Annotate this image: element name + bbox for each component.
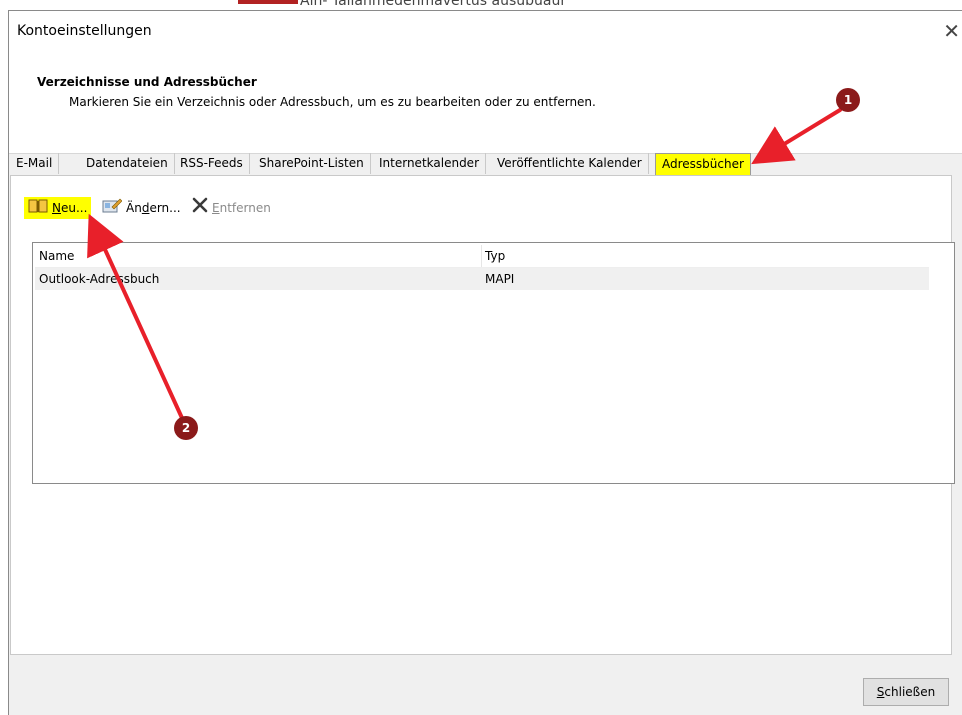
background-text: Ain- Tallanmedenmavertus ausubuaur xyxy=(300,0,567,9)
list-item[interactable]: Outlook-Adressbuch MAPI xyxy=(35,268,929,290)
list-item-type: MAPI xyxy=(485,272,515,286)
annotation-badge-2: 2 xyxy=(174,416,198,440)
tab-rss-feeds[interactable]: RSS-Feeds xyxy=(174,153,250,174)
column-header-name[interactable]: Name xyxy=(39,245,74,267)
list-header: Name Typ xyxy=(35,245,929,268)
section-title: Verzeichnisse und Adressbücher xyxy=(37,75,257,89)
column-header-type[interactable]: Typ xyxy=(485,245,505,267)
annotation-badge-1: 1 xyxy=(836,88,860,112)
tab-email[interactable]: E-Mail xyxy=(10,153,60,174)
address-book-list[interactable]: Name Typ Outlook-Adressbuch MAPI xyxy=(32,242,955,484)
background-window-strip: Ain- Tallanmedenmavertus ausubuaur xyxy=(0,0,962,10)
list-item-name: Outlook-Adressbuch xyxy=(39,272,160,286)
title-bar: Kontoeinstellungen ✕ xyxy=(9,11,962,55)
delete-x-icon xyxy=(192,197,208,220)
close-icon[interactable]: ✕ xyxy=(943,19,960,43)
tab-veroeffentlichte-kalender[interactable]: Veröffentlichte Kalender xyxy=(491,153,649,174)
edit-button[interactable]: Ändern... xyxy=(102,197,181,219)
address-book-icon xyxy=(28,198,48,220)
background-red-bar xyxy=(238,0,298,4)
close-button[interactable]: Schließen xyxy=(863,678,949,706)
column-divider[interactable] xyxy=(481,245,482,267)
tab-datendateien[interactable]: Datendateien xyxy=(80,153,175,174)
new-button[interactable]: Neu... xyxy=(24,197,92,220)
edit-card-icon xyxy=(102,197,123,220)
section-subtitle: Markieren Sie ein Verzeichnis oder Adres… xyxy=(69,95,596,109)
dialog-title: Kontoeinstellungen xyxy=(17,23,152,39)
tab-internetkalender[interactable]: Internetkalender xyxy=(373,153,486,174)
dialog-header: Verzeichnisse und Adressbücher Markieren… xyxy=(9,55,962,154)
tab-adressbuecher[interactable]: Adressbücher xyxy=(655,153,751,176)
remove-button[interactable]: Entfernen xyxy=(192,197,271,219)
tab-sharepoint-listen[interactable]: SharePoint-Listen xyxy=(253,153,371,174)
